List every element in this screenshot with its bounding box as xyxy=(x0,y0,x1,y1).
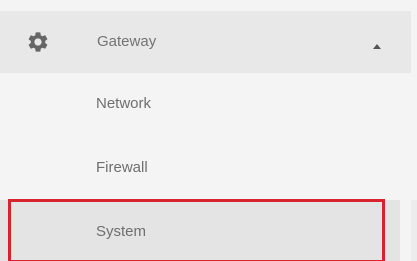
menu-item-firewall[interactable]: Firewall xyxy=(0,137,400,201)
navigation-menu: Gateway Network Firewall System xyxy=(0,0,417,261)
menu-item-label: Firewall xyxy=(96,159,148,176)
gear-icon-graphic xyxy=(28,32,48,52)
gear-icon xyxy=(26,30,50,54)
caret-up-icon[interactable] xyxy=(371,37,383,49)
menu-item-network[interactable]: Network xyxy=(0,73,400,137)
panel-edge xyxy=(411,200,417,261)
menu-item-label: System xyxy=(96,223,147,240)
gateway-menu-header[interactable]: Gateway xyxy=(0,11,411,73)
menu-item-system[interactable]: System xyxy=(0,200,400,261)
caret-up-icon-graphic xyxy=(373,44,381,49)
menu-item-label: Network xyxy=(96,95,152,112)
gateway-label: Gateway xyxy=(97,33,157,50)
